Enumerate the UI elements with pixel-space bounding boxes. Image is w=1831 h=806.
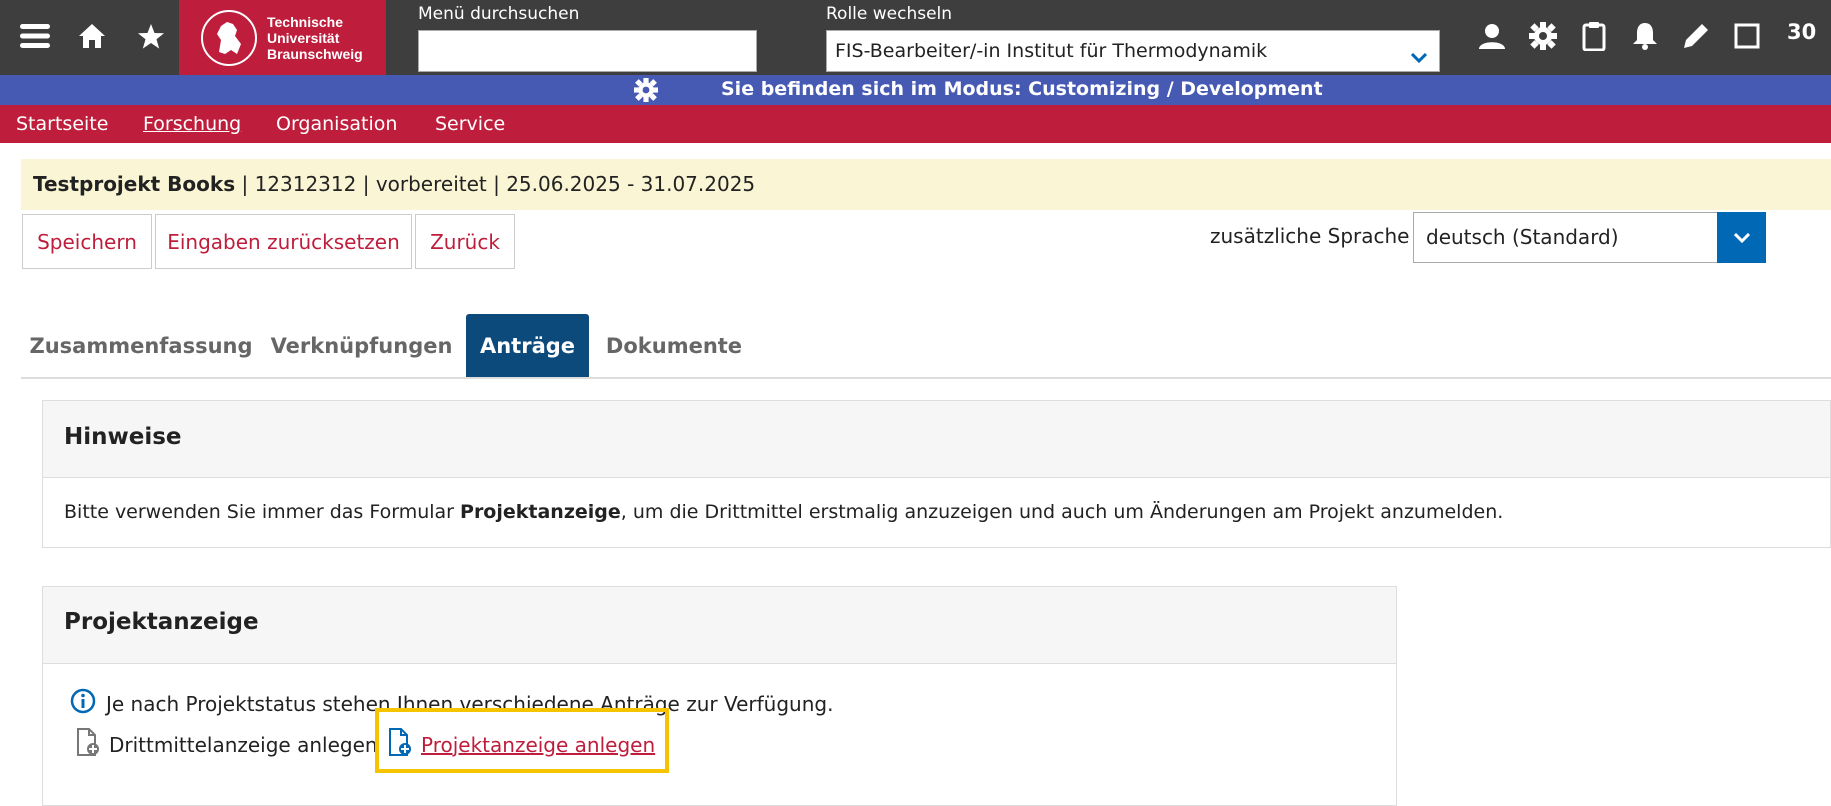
nav-forschung[interactable]: Forschung — [143, 113, 241, 135]
language-select[interactable]: deutsch (Standard) — [1413, 212, 1766, 263]
mode-banner-text: Sie befinden sich im Modus: Customizing … — [721, 78, 1323, 100]
info-icon — [70, 688, 96, 719]
mode-banner: Sie befinden sich im Modus: Customizing … — [0, 75, 1831, 105]
window-icon[interactable] — [1727, 16, 1767, 56]
gear-icon — [634, 78, 658, 107]
main-nav: Startseite Forschung Organisation Servic… — [0, 105, 1831, 143]
home-icon[interactable] — [72, 16, 112, 56]
hints-text-after: , um die Drittmittel erstmalig anzuzeige… — [620, 501, 1504, 523]
projektanzeige-anlegen-link[interactable]: Projektanzeige anlegen — [421, 733, 655, 757]
projektanzeige-panel-title: Projektanzeige — [43, 587, 1396, 664]
logo-line: Braunschweig — [267, 45, 363, 62]
tab-antraege[interactable]: Anträge — [466, 314, 589, 377]
counter-badge: 30 — [1787, 20, 1817, 44]
add-document-icon — [388, 728, 412, 761]
pencil-icon[interactable] — [1676, 16, 1716, 56]
logo-line: Universität — [267, 29, 340, 46]
role-select[interactable]: FIS-Bearbeiter/-in Institut für Thermody… — [826, 30, 1440, 72]
hints-text: Bitte verwenden Sie immer das Formular P… — [64, 501, 1503, 523]
top-bar: Technische Universität Braunschweig Menü… — [0, 0, 1831, 75]
back-button[interactable]: Zurück — [415, 214, 515, 269]
role-switch-label: Rolle wechseln — [826, 4, 953, 24]
drittmittelanzeige-link[interactable]: Drittmittelanzeige anlegen — [109, 733, 378, 757]
drittmittel-link-row[interactable]: Drittmittelanzeige anlegen — [76, 728, 378, 761]
bell-icon[interactable] — [1625, 16, 1665, 56]
menu-search-label: Menü durchsuchen — [418, 4, 580, 24]
language-label: zusätzliche Sprache — [1210, 224, 1410, 248]
project-meta: | 12312312 | vorbereitet | 25.06.2025 - … — [235, 172, 756, 196]
role-select-value: FIS-Bearbeiter/-in Institut für Thermody… — [835, 40, 1268, 62]
logo-text: Technische Universität Braunschweig — [267, 14, 363, 62]
star-icon[interactable] — [131, 16, 171, 56]
hints-panel-title: Hinweise — [43, 401, 1830, 478]
clipboard-icon[interactable] — [1574, 16, 1614, 56]
language-select-value: deutsch (Standard) — [1426, 225, 1619, 249]
tu-braunschweig-logo[interactable]: Technische Universität Braunschweig — [179, 0, 386, 75]
hints-text-bold: Projektanzeige — [460, 501, 621, 523]
hints-panel: Hinweise Bitte verwenden Sie immer das F… — [42, 400, 1831, 548]
nav-service[interactable]: Service — [435, 113, 505, 135]
menu-search-input[interactable] — [418, 30, 757, 72]
nav-startseite[interactable]: Startseite — [16, 113, 108, 135]
project-name: Testprojekt Books — [33, 172, 236, 196]
chevron-down-icon — [1410, 46, 1428, 68]
save-button[interactable]: Speichern — [22, 214, 152, 269]
add-document-icon — [76, 728, 100, 761]
menu-icon[interactable] — [15, 16, 55, 56]
gear-icon[interactable] — [1523, 16, 1563, 56]
project-header: Testprojekt Books | 12312312 | vorbereit… — [21, 159, 1831, 210]
reset-inputs-button[interactable]: Eingaben zurücksetzen — [155, 214, 412, 269]
logo-line: Technische — [267, 13, 343, 30]
chevron-down-icon[interactable] — [1717, 212, 1766, 263]
university-seal-icon — [201, 9, 257, 66]
user-icon[interactable] — [1472, 16, 1512, 56]
hints-text-before: Bitte verwenden Sie immer das Formular — [64, 501, 461, 523]
tabs-divider — [21, 377, 1831, 379]
projektanzeige-link-row[interactable]: Projektanzeige anlegen — [388, 728, 655, 761]
tab-verknuepfungen[interactable]: Verknüpfungen — [267, 314, 456, 377]
tab-zusammenfassung[interactable]: Zusammenfassung — [24, 314, 258, 377]
tab-dokumente[interactable]: Dokumente — [598, 314, 750, 377]
nav-organisation[interactable]: Organisation — [276, 113, 397, 135]
